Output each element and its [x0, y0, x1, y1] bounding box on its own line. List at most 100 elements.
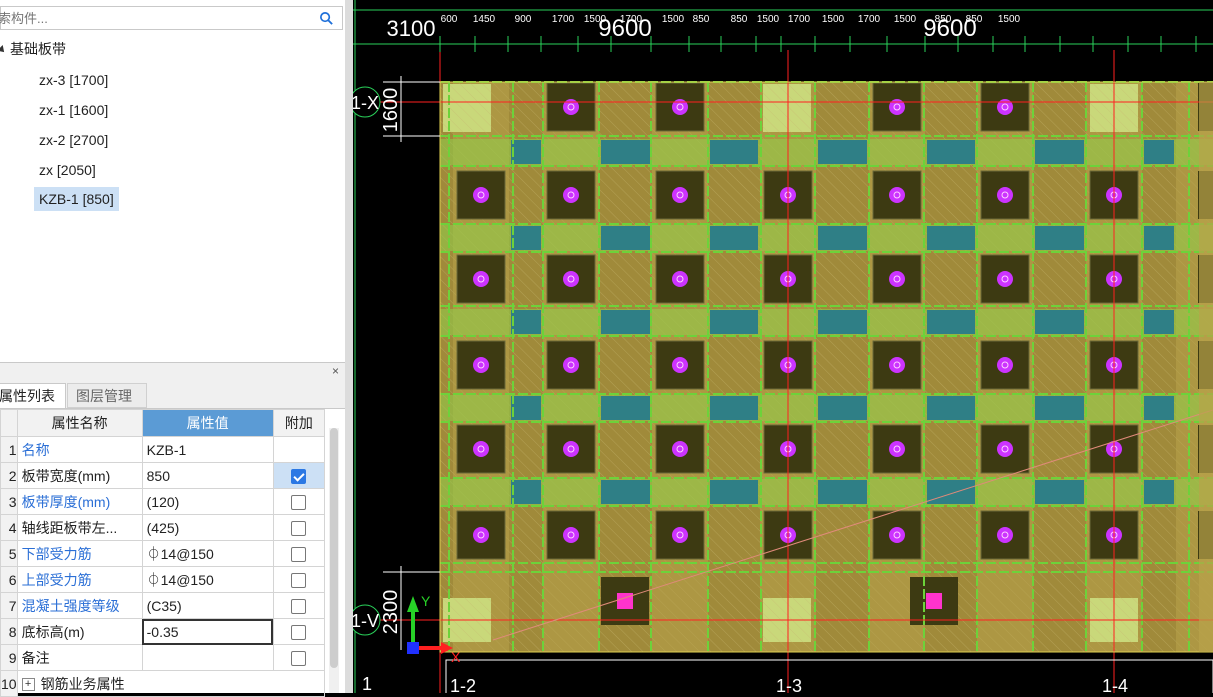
pile-dot — [997, 187, 1013, 203]
tree-item-zx-1[interactable]: zx-1 [1600] — [34, 98, 113, 122]
row-number: 8 — [0, 618, 18, 645]
property-name: 上部受力筋 — [16, 566, 143, 593]
bottom-axis-label: 1-3 — [776, 676, 802, 693]
tree-root[interactable]: 基础板带 — [0, 38, 66, 60]
property-row[interactable]: 8 底标高(m) -0.35 — [0, 618, 326, 645]
cad-canvas[interactable]: 3100 9600 9600 600 1450 900 1700 1500 1700 1500 85… — [353, 0, 1213, 693]
property-row[interactable]: 3 板带厚度(mm) (120) — [0, 488, 326, 515]
scrollbar-thumb[interactable] — [330, 428, 338, 668]
search-input[interactable] — [0, 9, 285, 27]
extra-cell — [272, 644, 326, 671]
extra-cell — [272, 436, 326, 463]
extra-cell — [272, 566, 326, 593]
pile-dot — [889, 441, 905, 457]
property-value[interactable]: ⏀14@150 — [141, 540, 274, 567]
tree-item-kzb-1[interactable]: KZB-1 [850] — [34, 187, 119, 211]
property-row[interactable]: 9 备注 — [0, 644, 326, 671]
property-value[interactable]: KZB-1 — [141, 436, 274, 463]
extra-cell — [272, 462, 326, 489]
teal-band — [818, 480, 867, 504]
property-name: 轴线距板带左... — [16, 514, 143, 541]
property-row[interactable]: 5 下部受力筋 ⏀14@150 — [0, 540, 326, 567]
teal-band — [1035, 226, 1084, 250]
pile-dot — [997, 441, 1013, 457]
pile-dot — [473, 271, 489, 287]
teal-band — [927, 310, 975, 334]
property-value[interactable]: (C35) — [141, 592, 274, 619]
property-row[interactable]: 4 轴线距板带左... (425) — [0, 514, 326, 541]
extra-cell — [272, 592, 326, 619]
expand-triangle-icon[interactable] — [0, 44, 7, 55]
pile-dot — [889, 271, 905, 287]
ucs-x-label: X — [451, 649, 461, 665]
teal-band — [601, 310, 650, 334]
property-scrollbar[interactable] — [329, 428, 339, 693]
property-row[interactable]: 7 混凝土强度等级 (C35) — [0, 592, 326, 619]
search-icon[interactable] — [319, 11, 334, 26]
panel-divider[interactable] — [345, 0, 353, 693]
ucs-y-label: Y — [421, 593, 431, 609]
row-number-header — [0, 409, 18, 437]
property-value[interactable] — [141, 644, 274, 671]
property-name-text: 上部受力筋 — [21, 571, 92, 588]
pile-dot — [563, 187, 579, 203]
extra-checkbox[interactable] — [291, 598, 307, 614]
row-number: 6 — [0, 566, 18, 593]
vertical-dimension-text: 2300 — [380, 590, 402, 635]
property-name-text: 下部受力筋 — [21, 545, 92, 562]
extra-checkbox[interactable] — [291, 650, 307, 666]
tab-layer-management[interactable]: 图层管理 — [67, 383, 147, 408]
property-row[interactable]: 6 上部受力筋 ⏀14@150 — [0, 566, 326, 593]
pile-dot — [997, 99, 1013, 115]
teal-band — [601, 480, 650, 504]
property-row[interactable]: 2 板带宽度(mm) 850 — [0, 462, 326, 489]
property-value[interactable]: 850 — [141, 462, 274, 489]
property-value[interactable]: (120) — [141, 488, 274, 515]
small-dimension-text: 1450 — [473, 14, 496, 25]
expand-plus-icon[interactable]: + — [21, 678, 35, 692]
teal-band — [818, 396, 867, 420]
teal-band — [1144, 480, 1174, 504]
property-name: 底标高(m) — [16, 618, 143, 645]
teal-band — [1035, 480, 1084, 504]
small-dimension-text: 1500 — [894, 14, 917, 25]
teal-band — [1035, 140, 1084, 164]
tree-item-zx-3[interactable]: zx-3 [1700] — [34, 68, 113, 92]
light-block-hatch — [443, 84, 491, 132]
extra-checkbox[interactable] — [291, 494, 307, 510]
property-value[interactable]: -0.35 — [141, 618, 274, 645]
property-value[interactable]: ⏀14@150 — [141, 566, 274, 593]
teal-band — [710, 310, 758, 334]
search-box[interactable] — [0, 6, 343, 30]
panel-splitter[interactable]: × — [0, 362, 345, 381]
pile-dot — [563, 441, 579, 457]
teal-band — [601, 226, 650, 250]
pile-dot — [997, 357, 1013, 373]
pile-dot — [473, 527, 489, 543]
property-row[interactable]: 1 名称 KZB-1 — [0, 436, 326, 463]
teal-band — [818, 140, 867, 164]
small-dimension-text: 900 — [515, 14, 532, 25]
extra-checkbox[interactable] — [291, 546, 307, 562]
extra-checkbox[interactable] — [291, 520, 307, 536]
property-value[interactable]: (425) — [141, 514, 274, 541]
property-name-text: 底标高(m) — [21, 623, 85, 640]
teal-band — [601, 140, 650, 164]
dimension-text: 3100 — [387, 16, 436, 41]
drawing[interactable]: 3100 9600 9600600 1450 900 1700 1500 1700 1500 85… — [353, 0, 1213, 693]
property-name-text: 板带宽度(mm) — [21, 467, 111, 484]
teal-band — [710, 140, 758, 164]
extra-checkbox[interactable] — [291, 624, 307, 640]
teal-band — [927, 480, 975, 504]
tree-item-zx-2[interactable]: zx-2 [2700] — [34, 128, 113, 152]
row-number: 3 — [0, 488, 18, 515]
tab-property-list[interactable]: 属性列表 — [0, 383, 66, 408]
extra-checkbox[interactable] — [291, 468, 307, 484]
small-dimension-text: 850 — [935, 14, 952, 25]
teal-band — [927, 140, 975, 164]
extra-checkbox[interactable] — [291, 572, 307, 588]
tree-item-zx[interactable]: zx [2050] — [34, 158, 101, 182]
close-icon[interactable]: × — [332, 364, 339, 378]
pile-square — [926, 593, 942, 609]
small-dimension-text: 1500 — [998, 14, 1021, 25]
